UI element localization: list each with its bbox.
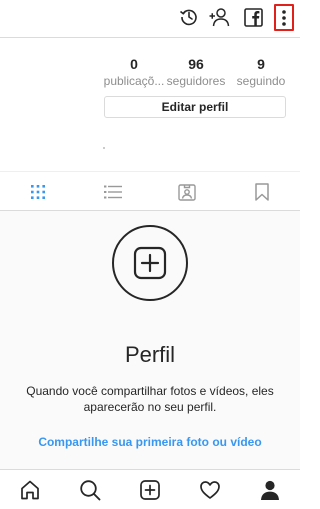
- add-user-icon[interactable]: [209, 6, 231, 28]
- bottom-navigation: [0, 469, 300, 509]
- posts-label: publicaçõ...: [103, 74, 165, 88]
- list-icon[interactable]: [102, 181, 124, 203]
- facebook-icon[interactable]: [242, 6, 264, 28]
- new-post-icon[interactable]: [139, 479, 161, 501]
- search-icon[interactable]: [79, 479, 101, 501]
- edit-profile-button[interactable]: Editar perfil: [104, 96, 286, 118]
- following-stat[interactable]: 9 seguindo: [230, 56, 292, 88]
- grid-icon[interactable]: [27, 181, 49, 203]
- followers-label: seguidores: [166, 74, 226, 88]
- posts-count: 0: [130, 56, 138, 72]
- empty-state-title: Perfil: [124, 342, 176, 367]
- empty-profile-state: Perfil Quando você compartilhar fotos e …: [0, 211, 300, 469]
- following-count: 9: [257, 56, 265, 72]
- top-bar: [0, 0, 300, 38]
- following-label: seguindo: [236, 74, 286, 88]
- profile-icon[interactable]: [259, 479, 281, 501]
- profile-tabs: [0, 171, 300, 211]
- followers-stat[interactable]: 96 seguidores: [164, 56, 228, 88]
- posts-stat[interactable]: 0 publicaçõ...: [102, 56, 166, 88]
- activity-icon[interactable]: [199, 479, 221, 501]
- followers-count: 96: [188, 56, 204, 72]
- home-icon[interactable]: [19, 479, 41, 501]
- tagged-icon[interactable]: [176, 181, 198, 203]
- add-photo-circle-icon[interactable]: [112, 225, 188, 301]
- empty-state-description: Quando você compartilhar fotos e vídeos,…: [26, 384, 274, 414]
- share-first-photo-link[interactable]: Compartilhe sua primeira foto ou vídeo: [0, 435, 300, 449]
- saved-icon[interactable]: [251, 181, 273, 203]
- more-options-icon[interactable]: [274, 4, 294, 31]
- bio-placeholder-dot: [103, 147, 105, 149]
- history-icon[interactable]: [178, 6, 200, 28]
